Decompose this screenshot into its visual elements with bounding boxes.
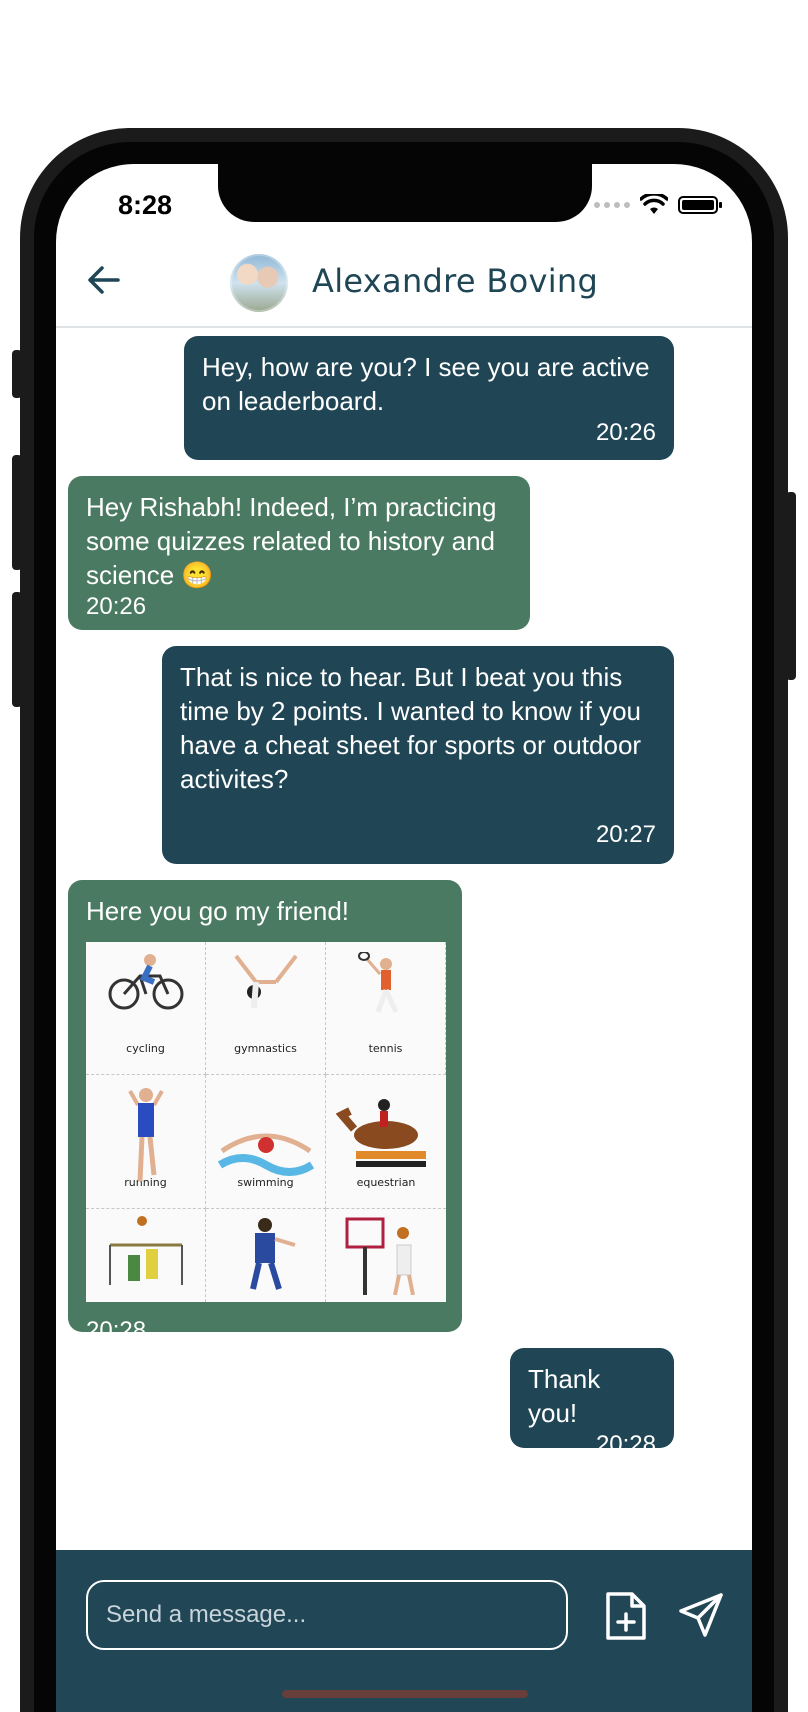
cyclist-icon	[108, 954, 183, 1010]
cellular-signal-icon	[594, 202, 630, 208]
message-text: Hey, how are you? I see you are active o…	[202, 352, 650, 416]
tennis-player-icon	[357, 952, 398, 1014]
image-label: tennis	[368, 1042, 403, 1056]
status-time: 8:28	[118, 190, 173, 220]
battery-icon	[678, 196, 722, 214]
volume-up-button	[12, 455, 22, 570]
avatar[interactable]	[230, 254, 288, 312]
gymnast-icon	[233, 954, 298, 1009]
image-cell-gymnastics: gymnastics	[206, 942, 326, 1076]
chat-header: Alexandre Boving	[56, 234, 752, 328]
image-cell-tennis: tennis	[326, 942, 446, 1076]
mute-switch	[12, 350, 22, 398]
image-cell-volleyball	[86, 1208, 206, 1302]
contact-name[interactable]: Alexandre Boving	[312, 262, 598, 300]
message-text: Hey Rishabh! Indeed, I’m practicing some…	[86, 492, 497, 590]
message-bubble-received[interactable]: Hey Rishabh! Indeed, I’m practicing some…	[68, 476, 530, 630]
image-cell-running: running	[86, 1075, 206, 1209]
message-text: That is nice to hear. But I beat you thi…	[180, 662, 642, 794]
image-cell-cycling: cycling	[86, 942, 206, 1076]
volume-down-button	[12, 592, 22, 707]
message-list[interactable]: Hey, how are you? I see you are active o…	[56, 328, 752, 1552]
message-text: Thank you!	[528, 1364, 601, 1428]
message-bubble-sent[interactable]: Thank you! 20:28	[510, 1348, 674, 1458]
message-input[interactable]	[86, 1580, 568, 1650]
message-bubble-sent[interactable]: That is nice to hear. But I beat you thi…	[162, 646, 674, 864]
arrow-left-icon[interactable]	[84, 260, 124, 300]
file-plus-icon[interactable]	[604, 1590, 648, 1642]
message-time: 20:28	[595, 1431, 656, 1458]
message-bubble-sent[interactable]: Hey, how are you? I see you are active o…	[184, 336, 674, 460]
runner-icon	[127, 1088, 164, 1182]
sports-image[interactable]: cycling gymnastics tennis running swimmi…	[86, 942, 446, 1302]
send-icon[interactable]	[678, 1592, 724, 1638]
message-time: 20:27	[595, 821, 656, 848]
composer-bar	[56, 1550, 752, 1712]
swimmer-icon	[217, 1133, 314, 1177]
home-indicator	[282, 1690, 528, 1698]
wifi-icon	[640, 194, 668, 214]
volleyball-icon	[108, 1215, 183, 1285]
status-icons	[594, 194, 722, 216]
message-bubble-received[interactable]: Here you go my friend! cycling gymnastic…	[68, 880, 462, 1344]
message-text: Here you go my friend!	[86, 896, 350, 926]
horse-rider-icon	[336, 1099, 426, 1168]
message-time: 20:26	[595, 419, 656, 446]
power-button	[786, 492, 796, 680]
basketball-icon	[345, 1217, 415, 1295]
image-label: gymnastics	[234, 1042, 297, 1056]
image-cell-basketball	[326, 1209, 446, 1302]
message-time: 20:26	[86, 593, 147, 620]
football-player-icon	[249, 1217, 296, 1290]
image-cell-football	[206, 1208, 326, 1302]
image-label: cycling	[126, 1042, 165, 1056]
screen: 8:28 Alexandre Boving Hey, how are you? …	[56, 164, 752, 1712]
message-time: 20:28	[86, 1317, 147, 1344]
image-cell-swimming: swimming	[206, 1075, 326, 1209]
image-cell-equestrian: equestrian	[326, 1075, 446, 1209]
notch	[218, 164, 592, 222]
